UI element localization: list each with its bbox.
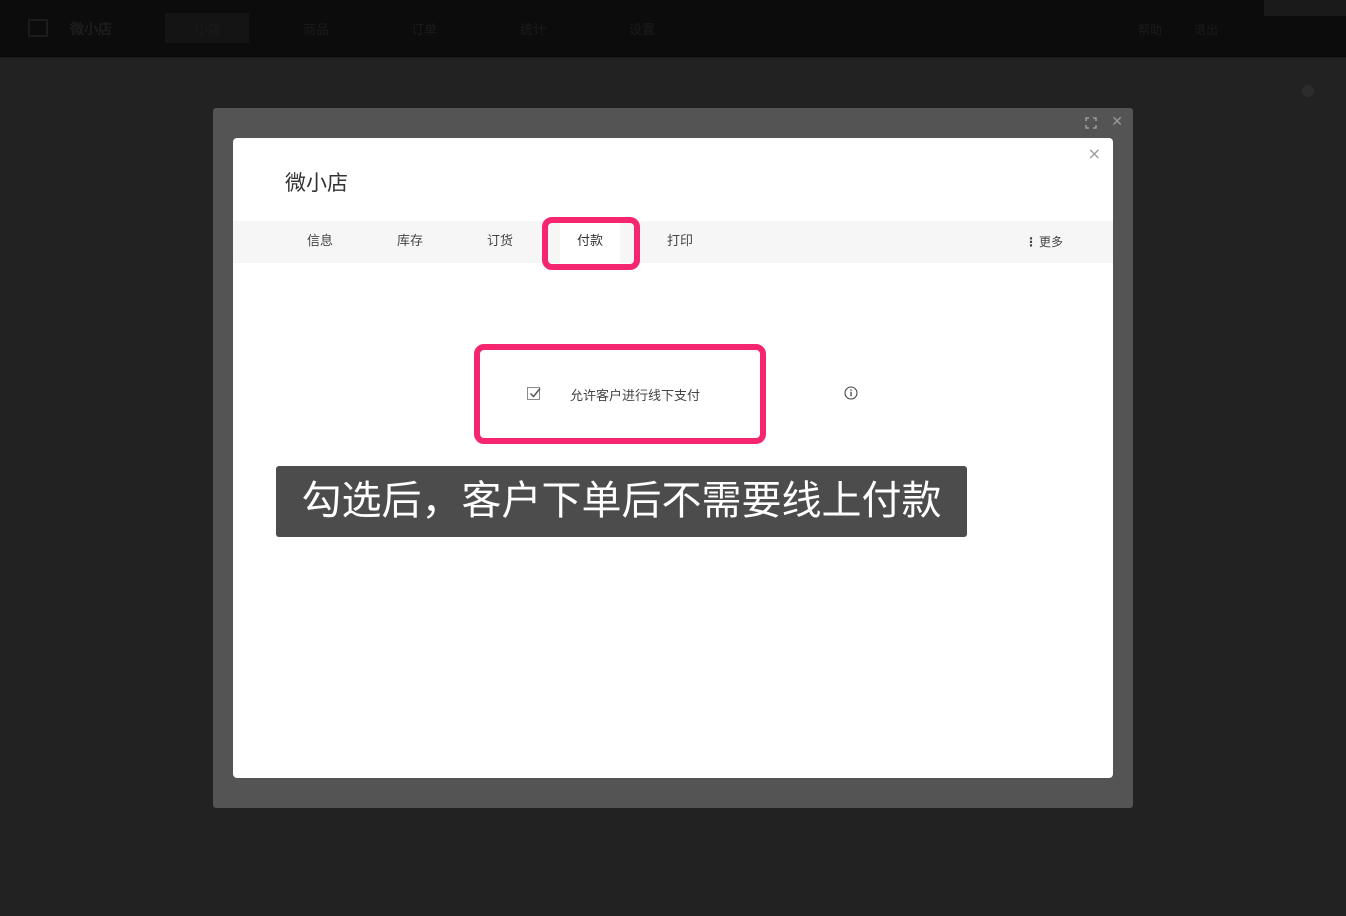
dialog-title: 微小店 — [285, 171, 348, 195]
tab-print[interactable]: 打印 — [650, 221, 710, 263]
offline-payment-checkbox[interactable] — [527, 387, 541, 400]
app-header: 微小店 小店 商品 订单 统计 设置 帮助 退出 — [0, 0, 1346, 58]
caption-text: 勾选后，客户下单后不需要线上付款 — [276, 466, 967, 537]
header-help-link[interactable]: 帮助 — [1138, 21, 1162, 38]
info-icon[interactable] — [844, 386, 858, 400]
nav-item-orders[interactable]: 订单 — [411, 19, 437, 38]
nav-item-shop[interactable]: 小店 — [195, 19, 221, 38]
modal-frame-close-icon[interactable]: ✕ — [1111, 114, 1123, 130]
window-controls[interactable] — [1264, 0, 1346, 16]
offline-payment-label: 允许客户进行线下支付 — [570, 389, 701, 404]
tab-inventory[interactable]: 库存 — [380, 221, 440, 263]
more-label: 更多 — [1038, 235, 1063, 249]
close-icon[interactable]: × — [1088, 144, 1101, 163]
background-status-dot — [1302, 85, 1314, 97]
app-name: 微小店 — [70, 22, 112, 38]
shop-settings-dialog: 微小店 × 信息 库存 订货 付款 打印 ⋮ 更多 允许客户进行线下支付 — [233, 138, 1113, 778]
more-button[interactable]: ⋮ 更多 — [1025, 221, 1063, 263]
check-icon — [529, 388, 541, 398]
tab-ordering[interactable]: 订货 — [470, 221, 530, 263]
tab-payment[interactable]: 付款 — [560, 221, 620, 263]
nav-item-stats[interactable]: 统计 — [520, 19, 546, 38]
tab-info[interactable]: 信息 — [290, 221, 350, 263]
fullscreen-icon[interactable] — [1085, 117, 1097, 129]
tab-bar: 信息 库存 订货 付款 打印 ⋮ 更多 — [233, 221, 1113, 263]
app-logo-icon — [28, 19, 48, 37]
header-logout-link[interactable]: 退出 — [1194, 21, 1218, 38]
nav-item-settings[interactable]: 设置 — [629, 19, 655, 38]
more-vertical-icon: ⋮ — [1024, 235, 1037, 249]
nav-item-products[interactable]: 商品 — [303, 19, 329, 38]
